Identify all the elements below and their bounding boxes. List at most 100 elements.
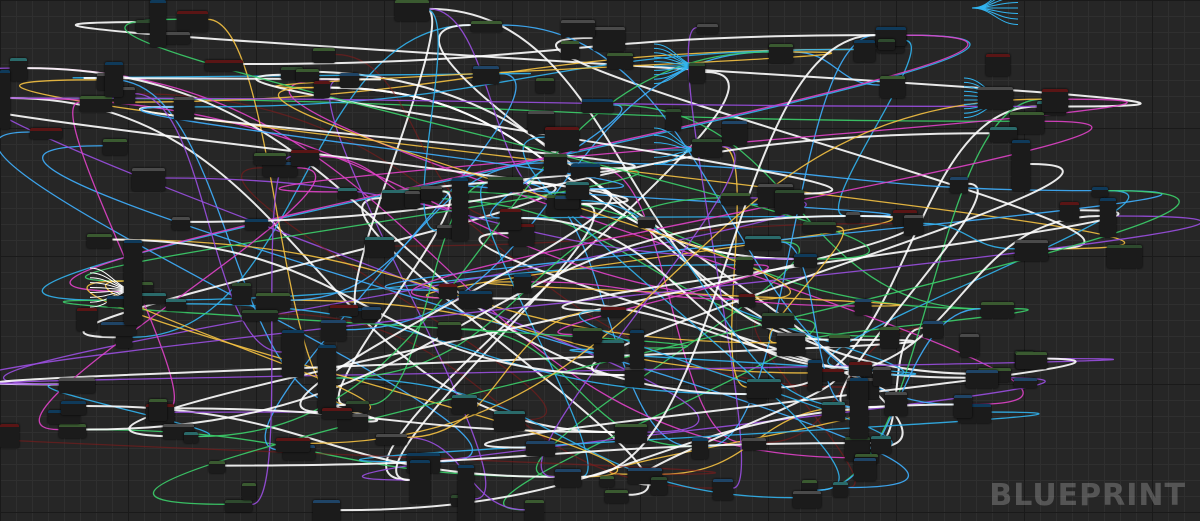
sequence-node[interactable] [1100, 198, 1116, 237]
graph-node[interactable] [174, 97, 194, 120]
graph-node[interactable] [232, 283, 251, 305]
graph-node[interactable] [362, 307, 381, 319]
graph-node[interactable] [854, 458, 876, 481]
graph-node[interactable] [873, 367, 891, 386]
graph-node[interactable] [321, 320, 346, 341]
graph-node[interactable] [742, 438, 766, 450]
graph-node[interactable] [338, 188, 357, 199]
graph-node[interactable] [803, 222, 836, 233]
graph-node[interactable] [291, 150, 319, 166]
graph-node[interactable] [1107, 245, 1142, 268]
graph-node[interactable] [605, 490, 628, 503]
graph-node[interactable] [829, 335, 850, 347]
sequence-node[interactable] [105, 62, 123, 97]
graph-node[interactable] [452, 395, 477, 414]
graph-node[interactable] [545, 127, 579, 151]
graph-node[interactable] [340, 73, 359, 88]
graph-node[interactable] [376, 434, 407, 445]
graph-node[interactable] [61, 401, 86, 415]
graph-node[interactable] [209, 461, 225, 473]
graph-node[interactable] [1015, 240, 1048, 261]
graph-node[interactable] [242, 483, 256, 500]
sequence-node[interactable] [808, 360, 822, 391]
graph-node[interactable] [692, 438, 708, 459]
sequence-node[interactable] [850, 378, 868, 439]
graph-node[interactable] [849, 362, 872, 376]
graph-node[interactable] [10, 58, 27, 81]
graph-node[interactable] [745, 236, 781, 250]
graph-node[interactable] [762, 313, 794, 328]
sequence-node[interactable] [630, 330, 644, 369]
sequence-node[interactable] [0, 70, 10, 129]
graph-node[interactable] [954, 395, 972, 418]
graph-node[interactable] [177, 11, 208, 32]
graph-node[interactable] [880, 76, 905, 98]
graph-node[interactable] [561, 20, 595, 37]
sequence-node[interactable] [458, 465, 474, 521]
graph-node[interactable] [625, 367, 644, 387]
graph-node[interactable] [1042, 89, 1068, 112]
graph-node[interactable] [59, 424, 86, 438]
graph-node[interactable] [593, 27, 625, 51]
graph-node[interactable] [981, 302, 1014, 318]
sequence-node[interactable] [318, 345, 336, 414]
graph-node[interactable] [721, 193, 750, 205]
graph-node[interactable] [846, 212, 860, 223]
graph-node[interactable] [601, 307, 626, 317]
graph-node[interactable] [615, 424, 647, 443]
graph-node[interactable] [739, 294, 755, 307]
graph-node[interactable] [950, 177, 968, 193]
graph-node[interactable] [536, 78, 554, 93]
event-node[interactable] [30, 128, 62, 139]
graph-node[interactable] [471, 21, 502, 32]
graph-node[interactable] [1014, 378, 1037, 388]
graph-node[interactable] [878, 39, 895, 50]
graph-node[interactable] [573, 328, 602, 343]
graph-node[interactable] [514, 274, 531, 293]
graph-node[interactable] [822, 402, 845, 421]
graph-node[interactable] [833, 482, 848, 497]
graph-node[interactable] [736, 257, 753, 275]
graph-node[interactable] [923, 321, 943, 338]
graph-node[interactable] [103, 139, 127, 155]
graph-node[interactable] [885, 392, 907, 416]
graph-node[interactable] [172, 217, 190, 230]
graph-node[interactable] [245, 219, 268, 230]
graph-node[interactable] [438, 322, 461, 340]
graph-node[interactable] [666, 109, 681, 131]
graph-node[interactable] [314, 81, 330, 98]
graph-node[interactable] [775, 190, 804, 214]
graph-node[interactable] [525, 500, 544, 521]
sequence-node[interactable] [1012, 140, 1030, 191]
graph-node[interactable] [276, 438, 310, 452]
graph-node[interactable] [526, 441, 555, 456]
graph-node[interactable] [966, 370, 998, 388]
graph-node[interactable] [184, 432, 198, 443]
graph-node[interactable] [1092, 187, 1108, 197]
graph-node[interactable] [313, 500, 340, 521]
graph-node[interactable] [561, 41, 579, 59]
graph-node[interactable] [405, 191, 420, 208]
sequence-node[interactable] [282, 330, 304, 377]
wire[interactable] [83, 77, 382, 81]
wire[interactable] [971, 0, 1018, 9]
graph-node[interactable] [986, 54, 1010, 76]
graph-node[interactable] [638, 217, 655, 228]
graph-node[interactable] [500, 209, 521, 230]
graph-node[interactable] [225, 500, 252, 512]
graph-node[interactable] [473, 66, 499, 84]
graph-node[interactable] [365, 237, 394, 257]
graph-node[interactable] [313, 48, 335, 63]
graph-node[interactable] [855, 299, 871, 315]
graph-node[interactable] [59, 378, 95, 393]
graph-node[interactable] [1060, 202, 1079, 221]
graph-node[interactable] [1016, 352, 1047, 369]
graph-node[interactable] [692, 139, 722, 157]
graph-node[interactable] [459, 291, 492, 308]
sequence-node[interactable] [410, 460, 430, 503]
graph-node[interactable] [722, 121, 747, 145]
graph-node[interactable] [594, 340, 624, 362]
blueprint-graph-canvas[interactable]: BLUEPRINT [0, 0, 1200, 521]
graph-node[interactable] [80, 96, 112, 112]
graph-node[interactable] [254, 153, 286, 165]
